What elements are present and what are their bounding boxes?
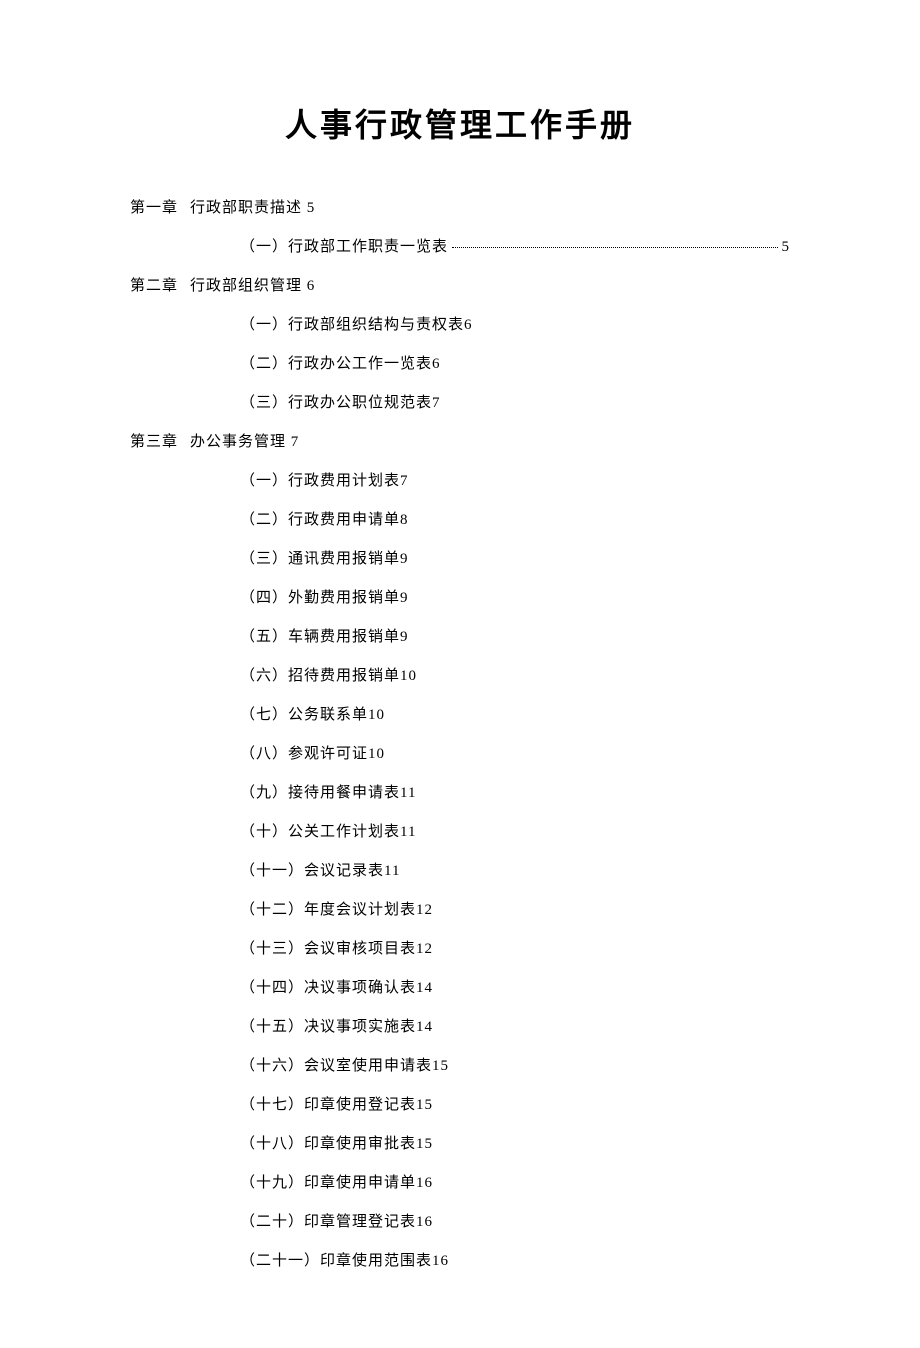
toc-item-page: 12 [416, 941, 433, 958]
toc-item: （四）外勤费用报销单 9 [240, 586, 790, 607]
toc-item-page: 9 [400, 551, 409, 568]
toc-item: （二）行政费用申请单 8 [240, 508, 790, 529]
toc-item: （十）公关工作计划表 11 [240, 820, 790, 841]
toc-item-page: 11 [400, 824, 416, 841]
toc-item-text: （十六）会议室使用申请表 [240, 1054, 432, 1075]
toc-item-page: 10 [368, 707, 385, 724]
toc-item-text: （三）行政办公职位规范表 [240, 391, 432, 412]
toc-item: （十二）年度会议计划表 12 [240, 898, 790, 919]
document-title: 人事行政管理工作手册 [130, 100, 790, 146]
toc-item: （八）参观许可证 10 [240, 742, 790, 763]
toc-item: （十八）印章使用审批表 15 [240, 1132, 790, 1153]
toc-item: （五）车辆费用报销单 9 [240, 625, 790, 646]
toc-item-text: （二十一）印章使用范围表 [240, 1249, 432, 1270]
chapter-title: 行政部职责描述 [190, 200, 302, 216]
chapter-label: 第二章 [130, 278, 178, 294]
toc-item-page: 16 [416, 1214, 433, 1231]
toc-item-page: 9 [400, 629, 409, 646]
toc-item-text: （十四）决议事项确认表 [240, 976, 416, 997]
toc-item: （十四）决议事项确认表 14 [240, 976, 790, 997]
toc-item-text: （八）参观许可证 [240, 742, 368, 763]
toc-item: （二十一）印章使用范围表 16 [240, 1249, 790, 1270]
toc-item-page: 12 [416, 902, 433, 919]
toc-item-page: 16 [432, 1253, 449, 1270]
toc-item-text: （十七）印章使用登记表 [240, 1093, 416, 1114]
toc-item-text: （六）招待费用报销单 [240, 664, 400, 685]
chapter-label: 第一章 [130, 200, 178, 216]
chapter-heading: 第三章办公事务管理 7 [130, 430, 790, 451]
toc-item-text: （五）车辆费用报销单 [240, 625, 400, 646]
chapter-title: 办公事务管理 [190, 434, 286, 450]
toc-item: （一）行政部组织结构与责权表 6 [240, 313, 790, 334]
toc-item-text: （一）行政部工作职责一览表 [240, 235, 448, 256]
toc-item: （二）行政办公工作一览表 6 [240, 352, 790, 373]
toc-item: （三）行政办公职位规范表 7 [240, 391, 790, 412]
toc-item-text: （二）行政费用申请单 [240, 508, 400, 529]
toc-item-text: （十三）会议审核项目表 [240, 937, 416, 958]
toc-item-page: 14 [416, 980, 433, 997]
toc-item: （十七）印章使用登记表 15 [240, 1093, 790, 1114]
toc-item: （九）接待用餐申请表 11 [240, 781, 790, 802]
toc-item-text: （二）行政办公工作一览表 [240, 352, 432, 373]
toc-item-text: （一）行政部组织结构与责权表 [240, 313, 464, 334]
chapter-heading: 第一章行政部职责描述 5 [130, 196, 790, 217]
toc-item: （一）行政部工作职责一览表 5 [240, 235, 790, 256]
toc-item-text: （一）行政费用计划表 [240, 469, 400, 490]
toc-item-text: （七）公务联系单 [240, 703, 368, 724]
toc-item-page: 15 [416, 1097, 433, 1114]
toc-item-page: 15 [432, 1058, 449, 1075]
toc-item: （十五）决议事项实施表 14 [240, 1015, 790, 1036]
toc-item: （十一）会议记录表 11 [240, 859, 790, 880]
toc-item-text: （十八）印章使用审批表 [240, 1132, 416, 1153]
chapter-page: 5 [307, 200, 316, 216]
toc-item: （十六）会议室使用申请表 15 [240, 1054, 790, 1075]
toc-item-page: 14 [416, 1019, 433, 1036]
toc-item-page: 7 [432, 395, 441, 412]
toc-item-page: 8 [400, 512, 409, 529]
toc-item-text: （十五）决议事项实施表 [240, 1015, 416, 1036]
chapter-title: 行政部组织管理 [190, 278, 302, 294]
chapter-page: 7 [291, 434, 300, 450]
toc-item-page: 6 [432, 356, 441, 373]
chapter-heading: 第二章行政部组织管理 6 [130, 274, 790, 295]
toc-item-text: （九）接待用餐申请表 [240, 781, 400, 802]
toc-item-page: 6 [464, 317, 473, 334]
chapter-page: 6 [307, 278, 316, 294]
toc-item-text: （十九）印章使用申请单 [240, 1171, 416, 1192]
toc-item-page: 15 [416, 1136, 433, 1153]
toc-item: （十三）会议审核项目表 12 [240, 937, 790, 958]
toc-item-page: 10 [368, 746, 385, 763]
toc-item-page: 7 [400, 473, 409, 490]
toc-item: （二十）印章管理登记表 16 [240, 1210, 790, 1231]
toc-item-text: （三）通讯费用报销单 [240, 547, 400, 568]
toc-item-page: 9 [400, 590, 409, 607]
toc-item-page: 11 [400, 785, 416, 802]
toc-item: （七）公务联系单 10 [240, 703, 790, 724]
toc-item-page: 5 [782, 239, 791, 256]
toc-item-text: （十二）年度会议计划表 [240, 898, 416, 919]
toc-item-page: 10 [400, 668, 417, 685]
toc-item-page: 11 [384, 863, 400, 880]
toc-container: 第一章行政部职责描述 5（一）行政部工作职责一览表5第二章行政部组织管理 6（一… [130, 196, 790, 1270]
dot-leader [452, 247, 777, 248]
toc-item: （六）招待费用报销单 10 [240, 664, 790, 685]
toc-item-text: （十）公关工作计划表 [240, 820, 400, 841]
toc-item-page: 16 [416, 1175, 433, 1192]
toc-item: （十九）印章使用申请单 16 [240, 1171, 790, 1192]
toc-item: （一）行政费用计划表 7 [240, 469, 790, 490]
toc-item-text: （二十）印章管理登记表 [240, 1210, 416, 1231]
toc-item: （三）通讯费用报销单 9 [240, 547, 790, 568]
chapter-label: 第三章 [130, 434, 178, 450]
toc-item-text: （十一）会议记录表 [240, 859, 384, 880]
toc-item-text: （四）外勤费用报销单 [240, 586, 400, 607]
